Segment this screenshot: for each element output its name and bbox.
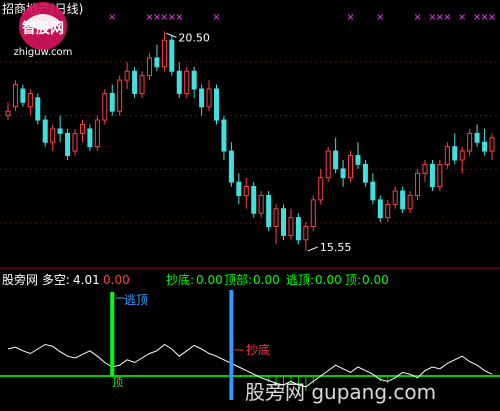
candle-body <box>42 119 48 143</box>
signal-marker: × <box>413 12 421 23</box>
red-value: 0.00 <box>103 273 130 287</box>
candle-body <box>385 203 391 219</box>
candle-body <box>415 172 421 196</box>
candle-body <box>303 226 309 241</box>
candle-body <box>191 70 197 90</box>
candle-body <box>169 39 175 72</box>
low-price-label: 15.55 <box>320 241 352 254</box>
duokong-value: 4.01 <box>73 273 100 287</box>
signal-marker: × <box>175 12 183 23</box>
candle-body <box>400 190 406 210</box>
candle-body <box>117 79 123 112</box>
candle-body <box>27 92 33 108</box>
candle-body <box>57 128 63 134</box>
candle-body <box>161 39 167 68</box>
signal-marker: × <box>212 12 220 23</box>
candle-body <box>176 70 182 94</box>
candle-body <box>154 57 160 68</box>
candle-body <box>333 150 339 170</box>
candle-body <box>422 163 428 174</box>
candle-body <box>243 186 249 196</box>
candle-body <box>124 70 130 81</box>
candle-body <box>355 155 361 165</box>
candle-body <box>206 88 212 108</box>
taoding-value: 0.00 <box>315 273 342 287</box>
candle-body <box>340 168 346 179</box>
candle-body <box>35 97 41 121</box>
candle-body <box>102 92 108 121</box>
candle-body <box>318 177 324 201</box>
candle-body <box>12 84 18 108</box>
bottom-annotation: 抄底 <box>246 343 271 357</box>
dingbu-label: 顶部: <box>224 273 253 287</box>
high-price-label: 20.50 <box>178 31 210 44</box>
candle-body <box>288 217 294 236</box>
candle-body <box>87 128 93 148</box>
candle-body <box>452 146 458 161</box>
candle-body <box>50 128 56 143</box>
candle-body <box>139 75 145 94</box>
candle-body <box>348 155 354 179</box>
candle-body <box>489 137 495 152</box>
candle-body <box>370 181 376 201</box>
candle-body <box>474 132 480 143</box>
candle-body <box>94 119 100 148</box>
chaodi-value: 0.00 <box>196 273 223 287</box>
candle-body <box>377 199 383 219</box>
signal-marker: × <box>488 12 496 23</box>
candle-body <box>444 146 450 165</box>
candle-body <box>65 132 71 157</box>
candle-body <box>132 70 138 94</box>
dingbu-value: 0.00 <box>253 273 280 287</box>
chart-stage: 20.5015.55××××××××××××××××× 招商地产(日线) 股旁网… <box>0 0 500 411</box>
candle-body <box>429 163 435 188</box>
candle-body <box>146 57 152 77</box>
escape-annotation: 逃顶 <box>124 293 149 307</box>
candle-body <box>221 119 227 152</box>
signal-marker: × <box>346 12 354 23</box>
candle-body <box>281 208 287 236</box>
zhiguw-logo: 智股网 zhiguw.com <box>14 2 73 58</box>
bottom-signal-bar <box>229 290 234 400</box>
candle-body <box>266 194 272 228</box>
chaodi-label: 抄底: <box>166 273 195 287</box>
candle-body <box>228 150 234 183</box>
low-pointer <box>307 246 319 252</box>
candle-body <box>437 163 443 188</box>
signal-marker: × <box>108 12 116 23</box>
candle-body <box>362 163 368 183</box>
signal-marker: × <box>458 12 466 23</box>
signal-marker: × <box>376 12 384 23</box>
logo-text: 智股网 <box>21 20 64 37</box>
ding-label: 顶: <box>345 273 362 287</box>
candle-body <box>273 208 279 228</box>
candle-body <box>459 150 465 161</box>
candle-body <box>482 141 488 152</box>
candle-body <box>213 88 219 121</box>
logo-url: zhiguw.com <box>14 47 73 58</box>
candle-body <box>5 110 11 117</box>
escape-signal-bar <box>110 292 115 376</box>
watermark-text: 股旁网 gupang.com <box>245 380 437 404</box>
signal-marker: × <box>443 12 451 23</box>
candle-body <box>72 132 78 152</box>
candle-body <box>184 70 190 94</box>
candle-body <box>295 217 301 241</box>
candle-body <box>310 199 316 228</box>
candle-body <box>467 132 473 152</box>
candle-body <box>407 194 413 210</box>
candle-body <box>79 123 85 134</box>
candle-body <box>392 190 398 205</box>
candle-body <box>199 88 205 108</box>
taoding-label: 逃顶: <box>286 273 315 287</box>
indicator-name: 股旁网 多空: <box>2 273 70 287</box>
candle-body <box>325 150 331 179</box>
candle-body <box>236 181 242 196</box>
candle-body <box>251 186 257 214</box>
top-annotation: 顶 <box>112 376 123 389</box>
candle-body <box>20 88 26 103</box>
ding-value: 0.00 <box>362 273 389 287</box>
candle-body <box>109 92 115 112</box>
candle-body <box>258 194 264 214</box>
